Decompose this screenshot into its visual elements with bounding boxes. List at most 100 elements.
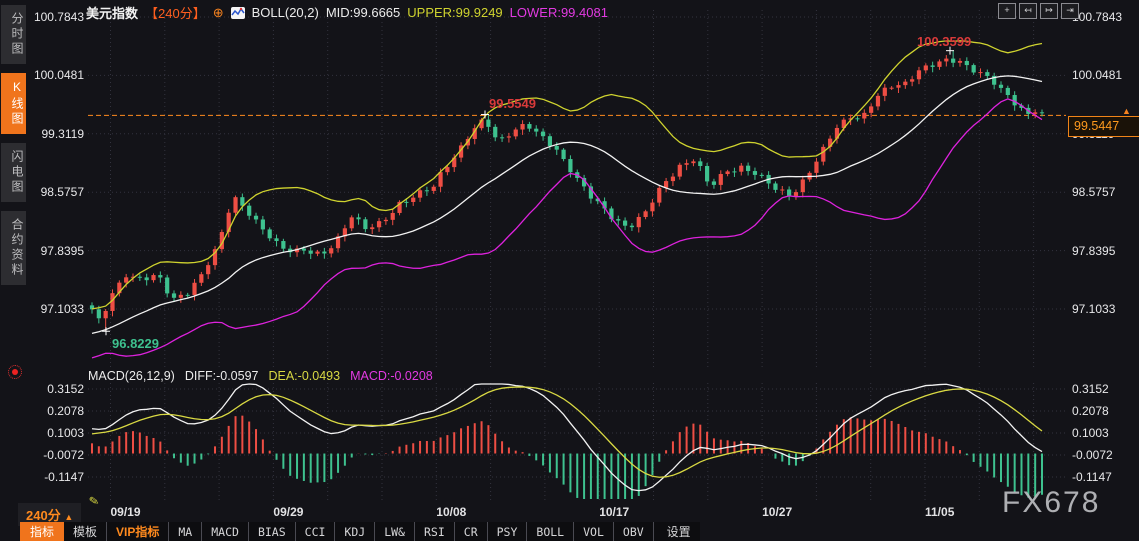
macd-histogram xyxy=(91,415,1043,499)
toolbar-button-LW&[interactable]: LW& xyxy=(375,522,415,541)
toolbar-button-MA[interactable]: MA xyxy=(169,522,203,541)
boll-lower-line xyxy=(91,98,1043,359)
candle-body xyxy=(793,192,799,196)
candle-body xyxy=(657,187,662,203)
candle-body xyxy=(814,161,819,173)
candle-body xyxy=(383,219,388,222)
macd-axis-label-left: 0.3152 xyxy=(47,382,84,396)
price-axis-label-left: 100.7843 xyxy=(33,10,84,24)
macd-axis-label-left: 0.1003 xyxy=(47,425,84,440)
toolbar-button-MACD[interactable]: MACD xyxy=(202,522,249,541)
candle-body xyxy=(493,126,498,138)
add-indicator-icon[interactable]: ⊕ xyxy=(213,5,224,21)
boll-mid-value: MID:99.6665 xyxy=(325,5,401,20)
toolbar-button-CCI[interactable]: CCI xyxy=(296,522,336,541)
candle-body xyxy=(882,87,887,96)
chart-header: 美元指数 【240分】 ⊕ BOLL(20,2) MID:99.6665 UPP… xyxy=(86,3,608,22)
candle-body xyxy=(875,95,881,107)
candle-body xyxy=(670,176,676,182)
move-tool-icon[interactable]: + xyxy=(998,3,1016,19)
price-annotation-96.8229: 96.8229 xyxy=(112,336,159,352)
macd-dea-value: DEA:-0.0493 xyxy=(268,369,341,383)
candle-body xyxy=(568,159,573,173)
candle-body xyxy=(896,85,901,88)
candle-body xyxy=(260,219,265,230)
toolbar-button-模板[interactable]: 模板 xyxy=(64,522,108,541)
candle-body xyxy=(554,146,559,150)
candle-body xyxy=(821,146,826,162)
candle-body xyxy=(561,149,566,160)
toolbar-button-VOL[interactable]: VOL xyxy=(574,522,614,541)
indicator-toolbar: 指标 模板 VIP指标 MA MACD BIAS CCI KDJ LW& RSI CR PSY BOLL… xyxy=(20,522,700,541)
candle-body xyxy=(370,227,375,230)
toolbar-button-VIP指标[interactable]: VIP指标 xyxy=(107,522,170,541)
candle-body xyxy=(684,163,689,165)
candle-body xyxy=(233,197,238,213)
candle-body xyxy=(486,119,491,127)
scale-y-left-icon[interactable]: ↤ xyxy=(1019,3,1037,19)
chart-icon xyxy=(230,6,245,19)
macd-axis-label-left: -0.1147 xyxy=(44,470,84,484)
boll-lower-value: LOWER:99.4081 xyxy=(509,5,608,20)
toolbar-button-指标[interactable]: 指标 xyxy=(20,522,65,541)
price-axis-label-left: 99.3119 xyxy=(41,126,85,141)
candle-body xyxy=(780,189,785,191)
toolbar-button-RSI[interactable]: RSI xyxy=(415,522,455,541)
candle-body xyxy=(732,171,737,173)
toolbar-button-OBV[interactable]: OBV xyxy=(614,522,654,541)
candle-body xyxy=(752,171,758,175)
candle-body xyxy=(527,124,532,129)
candle-body xyxy=(978,72,983,74)
toolbar-button-KDJ[interactable]: KDJ xyxy=(335,522,376,541)
price-axis-label-right: 98.5757 xyxy=(1072,185,1116,200)
period-up-arrow-icon: ▲ xyxy=(64,512,74,522)
candle-body xyxy=(629,225,635,228)
candle-body xyxy=(178,294,183,298)
candle-body xyxy=(971,65,976,73)
price-axis-label-left: 98.5757 xyxy=(40,185,84,200)
candle-body xyxy=(404,201,409,203)
candle-body xyxy=(199,274,204,283)
candle-body xyxy=(322,251,327,254)
candle-body xyxy=(923,65,928,71)
candle-body xyxy=(158,275,163,278)
candle-body xyxy=(937,61,942,67)
toolbar-button-BIAS[interactable]: BIAS xyxy=(249,522,296,541)
candle-body xyxy=(185,294,190,296)
toolbar-button-PSY[interactable]: PSY xyxy=(488,522,528,541)
candle-body xyxy=(698,161,703,167)
candlestick-chart-canvas[interactable] xyxy=(0,0,1139,541)
candle-body xyxy=(787,189,792,196)
candle-body xyxy=(964,60,969,66)
candle-body xyxy=(773,183,778,190)
toolbar-button-设置[interactable]: 设置 xyxy=(658,522,700,541)
candle-body xyxy=(643,211,648,217)
candle-body xyxy=(622,220,628,226)
toolbar-button-BOLL[interactable]: BOLL xyxy=(527,522,575,541)
candle-body xyxy=(165,277,170,294)
candle-body xyxy=(356,217,361,220)
draw-tool-pencil-icon[interactable]: ✎ xyxy=(88,493,100,509)
toolbar-button-CR[interactable]: CR xyxy=(455,522,488,541)
candle-body xyxy=(124,277,129,283)
candle-body xyxy=(855,118,860,120)
candle-body xyxy=(869,106,874,113)
candle-body xyxy=(281,241,286,249)
candle-body xyxy=(499,137,505,139)
price-axis-label-left: 97.1033 xyxy=(40,302,84,316)
scale-y-right-icon[interactable]: ↦ xyxy=(1040,3,1058,19)
candle-body xyxy=(930,65,935,67)
chart-application-window: 分时图 K线图 闪电图 合约资料 100.7843 100.7843 100.0481 10… xyxy=(0,0,1139,541)
price-axis-label-left: 97.8395 xyxy=(40,243,84,258)
candle-body xyxy=(267,229,272,239)
price-axis-label-right: 97.8395 xyxy=(1072,243,1116,258)
candle-body xyxy=(705,166,710,182)
macd-axis-label-left: -0.0072 xyxy=(43,447,84,462)
pan-right-icon[interactable]: ⇥ xyxy=(1061,3,1079,19)
candle-body xyxy=(1039,112,1045,114)
candle-body xyxy=(636,216,641,228)
period-selector-label: 240分 xyxy=(26,508,61,523)
candle-body xyxy=(308,250,313,254)
price-axis-label-right: 100.7843 xyxy=(1072,10,1123,24)
candle-body xyxy=(691,161,696,164)
